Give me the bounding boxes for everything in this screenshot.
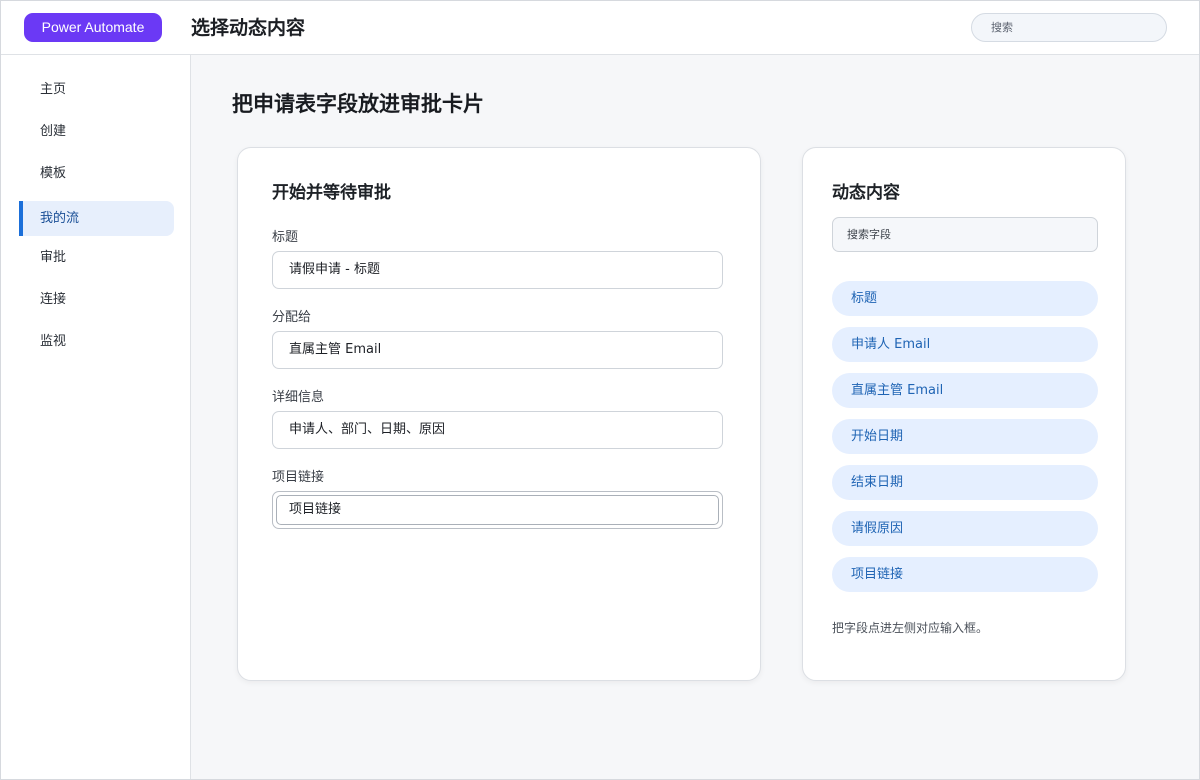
- dynamic-content-panel: 动态内容 标题 申请人 Email 直属主管 Email 开始日期 结束日期 请…: [802, 147, 1126, 681]
- title-field-label: 标题: [272, 230, 299, 245]
- details-field-label: 详细信息: [272, 390, 325, 405]
- dynamic-chip-title[interactable]: 标题: [832, 281, 1098, 316]
- dynamic-content-search-input[interactable]: [832, 217, 1098, 252]
- global-search-input[interactable]: [971, 13, 1167, 42]
- dynamic-chip-manager-email[interactable]: 直属主管 Email: [832, 373, 1098, 408]
- app-window: Power Automate 选择动态内容 主页 创建 模板 我的流 审批 连接…: [0, 0, 1200, 780]
- details-field[interactable]: 申请人、部门、日期、原因: [272, 411, 723, 449]
- sidebar-item-monitor[interactable]: 监视: [19, 324, 174, 359]
- page-title: 把申请表字段放进审批卡片: [232, 92, 484, 116]
- dynamic-chip-item-link[interactable]: 项目链接: [832, 557, 1098, 592]
- sidebar-item-templates[interactable]: 模板: [19, 156, 174, 191]
- assigned-to-field[interactable]: 直属主管 Email: [272, 331, 723, 369]
- approval-action-card: 开始并等待审批 标题 请假申请 - 标题 分配给 直属主管 Email 详细信息…: [237, 147, 761, 681]
- dynamic-content-hint: 把字段点进左侧对应输入框。: [832, 621, 989, 635]
- dynamic-content-title: 动态内容: [832, 183, 900, 203]
- header-title: 选择动态内容: [191, 17, 306, 39]
- item-link-field[interactable]: 项目链接: [272, 491, 723, 529]
- dynamic-chip-start-date[interactable]: 开始日期: [832, 419, 1098, 454]
- item-link-field-label: 项目链接: [272, 470, 325, 485]
- dynamic-chip-requester-email[interactable]: 申请人 Email: [832, 327, 1098, 362]
- dynamic-chip-leave-reason[interactable]: 请假原因: [832, 511, 1098, 546]
- sidebar: 主页 创建 模板 我的流 审批 连接 监视: [1, 55, 191, 779]
- title-field[interactable]: 请假申请 - 标题: [272, 251, 723, 289]
- assigned-to-field-label: 分配给: [272, 310, 312, 325]
- sidebar-item-home[interactable]: 主页: [19, 72, 174, 107]
- item-link-field-value: 项目链接: [276, 495, 719, 525]
- brand-logo[interactable]: Power Automate: [24, 13, 162, 42]
- sidebar-item-create[interactable]: 创建: [19, 114, 174, 149]
- sidebar-item-connections[interactable]: 连接: [19, 282, 174, 317]
- action-title: 开始并等待审批: [272, 183, 391, 203]
- dynamic-chip-end-date[interactable]: 结束日期: [832, 465, 1098, 500]
- sidebar-item-my-flows[interactable]: 我的流: [19, 201, 174, 236]
- top-bar: Power Automate 选择动态内容: [1, 1, 1199, 55]
- sidebar-item-approvals[interactable]: 审批: [19, 240, 174, 275]
